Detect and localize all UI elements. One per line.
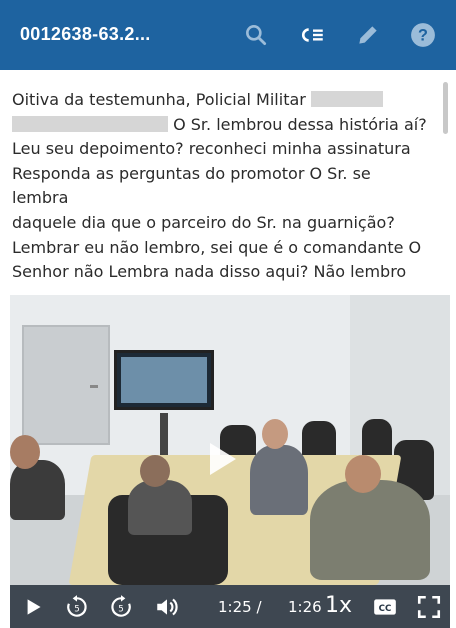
svg-text:5: 5 bbox=[118, 604, 124, 614]
video-player[interactable]: 5 5 1:25 / 1:26 1x CC bbox=[10, 295, 450, 628]
chapters-icon[interactable] bbox=[300, 22, 326, 48]
help-icon[interactable]: ? bbox=[410, 22, 436, 48]
captions-icon[interactable]: CC bbox=[372, 594, 398, 620]
svg-text:?: ? bbox=[418, 26, 428, 44]
transcript-line: O Sr. lembrou dessa história aí? bbox=[173, 114, 427, 134]
monitor-image bbox=[114, 350, 214, 410]
play-icon[interactable] bbox=[20, 594, 46, 620]
transcript-line: Responda as perguntas do promotor O Sr. … bbox=[12, 163, 371, 208]
fullscreen-icon[interactable] bbox=[416, 594, 442, 620]
svg-text:CC: CC bbox=[379, 604, 392, 614]
player-controls: 5 5 1:25 / 1:26 1x CC bbox=[10, 585, 450, 628]
edit-icon[interactable] bbox=[355, 22, 381, 48]
transcript-line: daquele dia que o parceiro do Sr. na gua… bbox=[12, 212, 395, 232]
current-time: 1:25 / bbox=[218, 598, 262, 616]
transcript-line: Senhor não Lembra nada disso aqui? Não l… bbox=[12, 262, 407, 282]
case-number-title: 0012638-63.2... bbox=[20, 24, 151, 44]
volume-icon[interactable] bbox=[154, 594, 180, 620]
video-play-overlay-icon[interactable] bbox=[210, 443, 236, 475]
playback-speed-button[interactable]: 1x bbox=[325, 593, 352, 618]
transcript-line: Leu seu depoimento? reconheci minha assi… bbox=[12, 139, 411, 159]
content-area: Oitiva da testemunha, Policial Militar O… bbox=[0, 70, 456, 628]
app-header: 0012638-63.2... ? bbox=[0, 0, 456, 70]
transcript-line: Oitiva da testemunha, Policial Militar bbox=[12, 90, 306, 109]
rewind-5-icon[interactable]: 5 bbox=[64, 594, 90, 620]
svg-text:5: 5 bbox=[74, 604, 80, 614]
search-icon[interactable] bbox=[243, 22, 269, 48]
transcript-text: Oitiva da testemunha, Policial Militar O… bbox=[12, 88, 432, 285]
transcript-line: Lembrar eu não lembro, sei que é o coman… bbox=[12, 237, 422, 257]
redacted-block bbox=[310, 91, 383, 107]
forward-5-icon[interactable]: 5 bbox=[108, 594, 134, 620]
redacted-block bbox=[12, 115, 168, 132]
transcript-scrollbar[interactable] bbox=[443, 82, 448, 134]
duration: 1:26 bbox=[288, 598, 322, 616]
